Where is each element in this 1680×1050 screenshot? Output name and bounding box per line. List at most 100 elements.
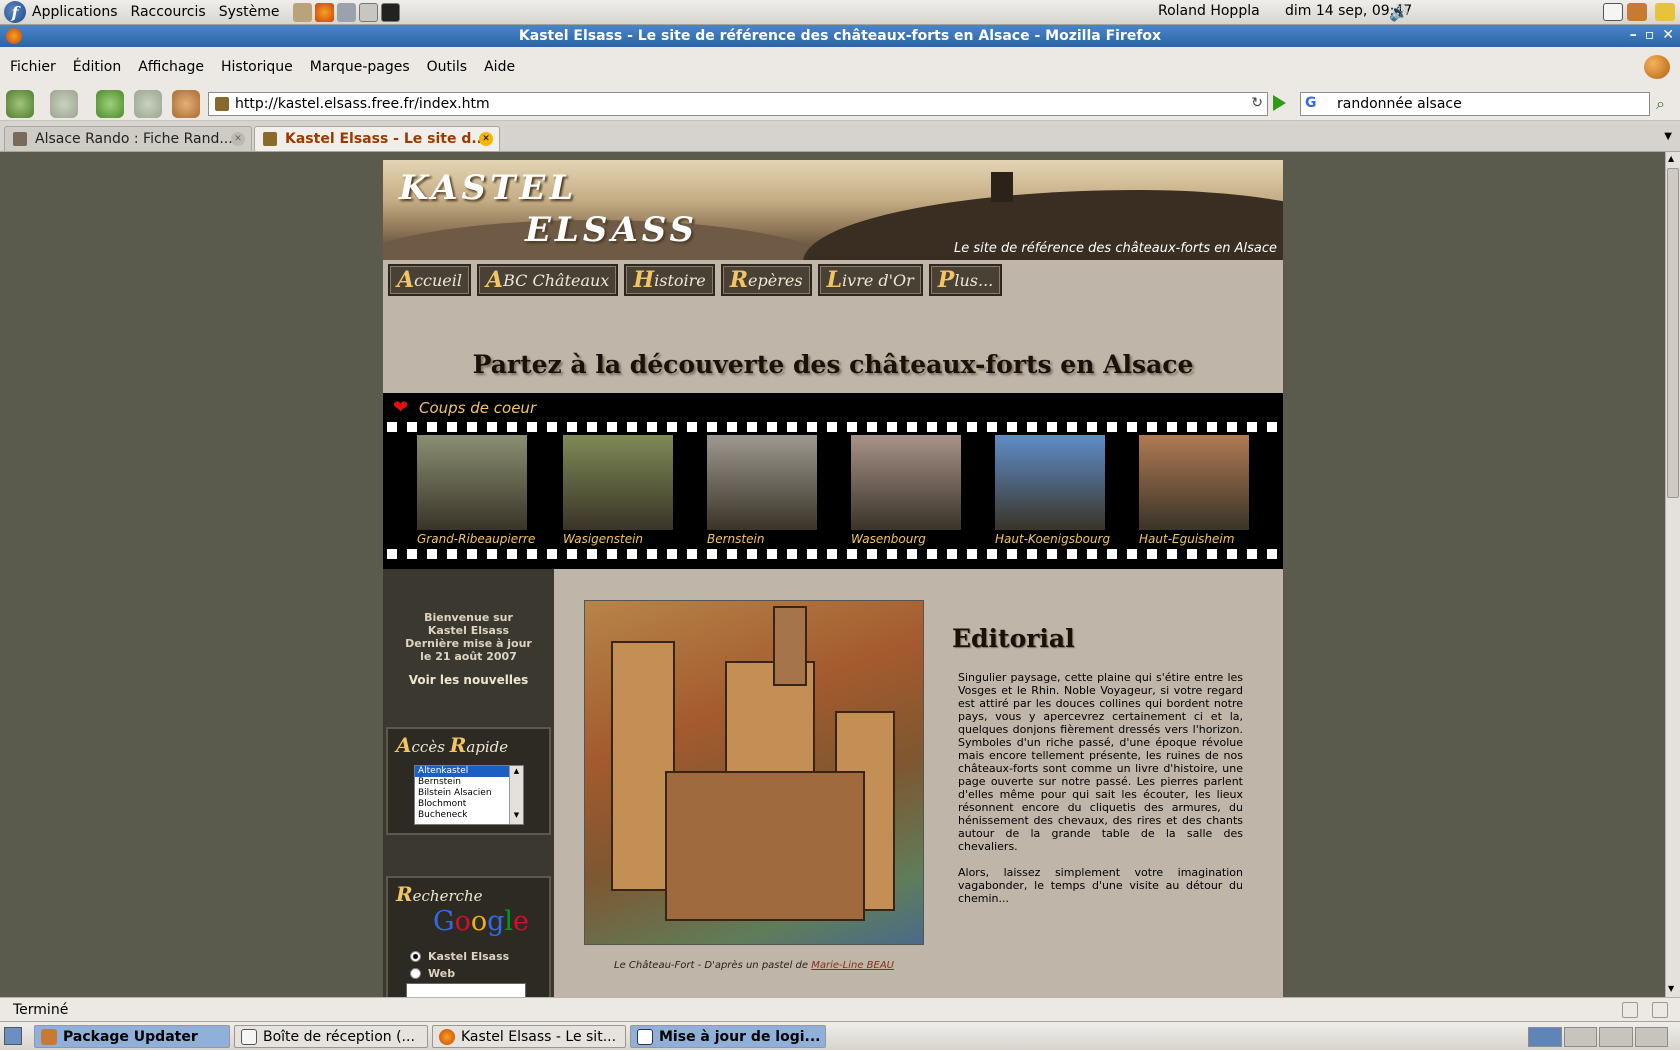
firefox-icon[interactable] xyxy=(6,28,22,44)
news-link[interactable]: Voir les nouvelles xyxy=(383,673,554,687)
security-lock-icon[interactable] xyxy=(1622,1002,1638,1018)
url-history-icon[interactable]: ↻ xyxy=(1251,95,1263,111)
fedora-logo-icon[interactable]: f xyxy=(4,1,26,23)
castle-photo[interactable] xyxy=(563,435,673,530)
task-package-updater[interactable]: Package Updater xyxy=(34,1025,230,1048)
title-text: apide xyxy=(466,738,509,756)
notes-tray-icon[interactable] xyxy=(1655,3,1675,21)
tab-close-icon[interactable]: ✕ xyxy=(231,132,245,146)
castle-thumb-haut-eguisheim[interactable]: Haut-Eguisheim xyxy=(1139,435,1249,546)
castle-caption[interactable]: Bernstein xyxy=(707,532,817,546)
castle-thumb-haut-koenigsbourg[interactable]: Haut-Koenigsbourg xyxy=(995,435,1110,546)
stop-icon[interactable] xyxy=(134,90,162,118)
castle-photo[interactable] xyxy=(851,435,961,530)
workspace-1[interactable] xyxy=(1528,1027,1562,1047)
castle-photo[interactable] xyxy=(417,435,527,530)
task-firefox[interactable]: Kastel Elsass - Le sit... xyxy=(432,1025,626,1048)
scroll-up-icon[interactable]: ▲ xyxy=(1668,154,1674,163)
firefox-launcher-icon[interactable] xyxy=(314,2,334,22)
list-item[interactable]: Bernstein xyxy=(415,777,523,788)
castle-thumb-grand-ribeaupierre[interactable]: Grand-Ribeaupierre xyxy=(417,435,535,546)
vertical-scrollbar[interactable]: ▲ ▼ xyxy=(1665,152,1680,997)
nav-reperes[interactable]: Repères xyxy=(720,264,812,296)
site-search-input[interactable] xyxy=(406,983,526,997)
home-icon[interactable] xyxy=(172,90,200,118)
menu-outils[interactable]: Outils xyxy=(427,59,467,75)
close-icon[interactable]: ✕ xyxy=(1662,27,1674,43)
workspace-switcher[interactable] xyxy=(1528,1027,1668,1047)
workspace-3[interactable] xyxy=(1599,1027,1633,1047)
castle-photo[interactable] xyxy=(707,435,817,530)
castle-caption[interactable]: Wasenbourg xyxy=(851,532,961,546)
office-launcher-icon[interactable] xyxy=(358,2,378,22)
reload-icon[interactable] xyxy=(96,90,124,118)
terminal-launcher-icon[interactable] xyxy=(380,2,400,22)
menu-applications[interactable]: Applications xyxy=(32,4,118,20)
panel-user-name[interactable]: Roland Hoppla xyxy=(1158,3,1260,19)
show-desktop-icon[interactable] xyxy=(4,1027,22,1045)
workspace-2[interactable] xyxy=(1563,1027,1597,1047)
list-item[interactable]: Blochmont xyxy=(415,799,523,810)
castle-caption[interactable]: Haut-Koenigsbourg xyxy=(995,532,1110,546)
menu-edition[interactable]: Édition xyxy=(73,59,121,75)
castle-caption[interactable]: Haut-Eguisheim xyxy=(1139,532,1249,546)
title-text: ccès xyxy=(411,738,450,756)
tab-list-icon[interactable]: ▼ xyxy=(1664,131,1672,142)
castle-photo[interactable] xyxy=(1139,435,1249,530)
menu-marque-pages[interactable]: Marque-pages xyxy=(310,59,410,75)
nav-plus[interactable]: Plus... xyxy=(928,264,1003,296)
window-titlebar[interactable]: Kastel Elsass - Le site de référence des… xyxy=(0,25,1680,47)
list-item[interactable]: Bucheneck xyxy=(415,810,523,821)
castle-photo[interactable] xyxy=(995,435,1105,530)
menu-aide[interactable]: Aide xyxy=(484,59,515,75)
radio-button[interactable] xyxy=(410,968,421,979)
mail-notify-icon[interactable] xyxy=(1603,3,1623,21)
task-label: Boîte de réception (... xyxy=(263,1028,415,1045)
nav-accueil[interactable]: Accueil xyxy=(388,264,472,296)
radio-kastel-elsass[interactable]: Kastel Elsass xyxy=(410,950,509,963)
url-input[interactable]: http://kastel.elsass.free.fr/index.htm ↻ xyxy=(208,92,1268,116)
castle-thumb-bernstein[interactable]: Bernstein xyxy=(707,435,817,546)
task-mise-a-jour[interactable]: Mise à jour de logi... xyxy=(630,1025,826,1048)
menu-affichage[interactable]: Affichage xyxy=(138,59,204,75)
castle-thumb-wasenbourg[interactable]: Wasenbourg xyxy=(851,435,961,546)
pen-launcher-icon[interactable] xyxy=(336,2,356,22)
forward-icon[interactable] xyxy=(50,90,78,118)
tab-close-icon[interactable]: ✕ xyxy=(479,132,493,146)
list-scrollbar[interactable]: ▲ ▼ xyxy=(509,766,523,824)
volume-icon[interactable]: 🔊 xyxy=(1389,3,1409,22)
scroll-down-icon[interactable]: ▼ xyxy=(1668,984,1674,993)
radio-web[interactable]: Web xyxy=(410,967,455,980)
search-go-icon[interactable]: ⌕ xyxy=(1656,94,1665,114)
tab-kastel-elsass[interactable]: Kastel Elsass - Le site d... ✕ xyxy=(254,126,500,151)
nav-histoire[interactable]: Histoire xyxy=(624,264,715,296)
castle-quick-list[interactable]: Altenkastel Bernstein Bilstein Alsacien … xyxy=(414,765,524,825)
castle-caption[interactable]: Grand-Ribeaupierre xyxy=(417,532,535,546)
back-icon[interactable] xyxy=(6,90,34,118)
workspace-4[interactable] xyxy=(1634,1027,1668,1047)
tab-alsace-rando[interactable]: Alsace Rando : Fiche Rand... ✕ xyxy=(4,126,252,151)
task-mail[interactable]: Boîte de réception (... xyxy=(234,1025,428,1048)
list-item[interactable]: Bilstein Alsacien xyxy=(415,788,523,799)
site-favicon-icon xyxy=(215,97,229,111)
scroll-thumb[interactable] xyxy=(1667,168,1679,498)
menu-fichier[interactable]: Fichier xyxy=(10,59,56,75)
mail-launcher-icon[interactable] xyxy=(292,2,312,22)
menu-systeme[interactable]: Système xyxy=(219,4,280,20)
list-item[interactable]: Altenkastel xyxy=(415,766,523,777)
radio-button[interactable] xyxy=(410,951,421,962)
nav-abc-chateaux[interactable]: A BC Châteaux xyxy=(477,264,619,296)
castle-caption[interactable]: Wasigenstein xyxy=(563,532,673,546)
go-icon[interactable] xyxy=(1273,95,1286,111)
search-engine-icon[interactable]: G xyxy=(1305,95,1317,111)
menu-historique[interactable]: Historique xyxy=(221,59,293,75)
castle-thumb-wasigenstein[interactable]: Wasigenstein xyxy=(563,435,673,546)
painting-author-link[interactable]: Marie-Line BEAU xyxy=(811,960,894,971)
popup-notify-icon[interactable] xyxy=(1652,1002,1668,1018)
maximize-icon[interactable]: ▫ xyxy=(1645,27,1655,43)
nav-livre-dor[interactable]: Livre d'Or xyxy=(817,264,923,296)
update-tray-icon[interactable] xyxy=(1627,3,1647,21)
search-input[interactable]: G randonnée alsace xyxy=(1300,92,1650,116)
menu-raccourcis[interactable]: Raccourcis xyxy=(131,4,206,20)
minimize-icon[interactable]: – xyxy=(1630,27,1637,43)
